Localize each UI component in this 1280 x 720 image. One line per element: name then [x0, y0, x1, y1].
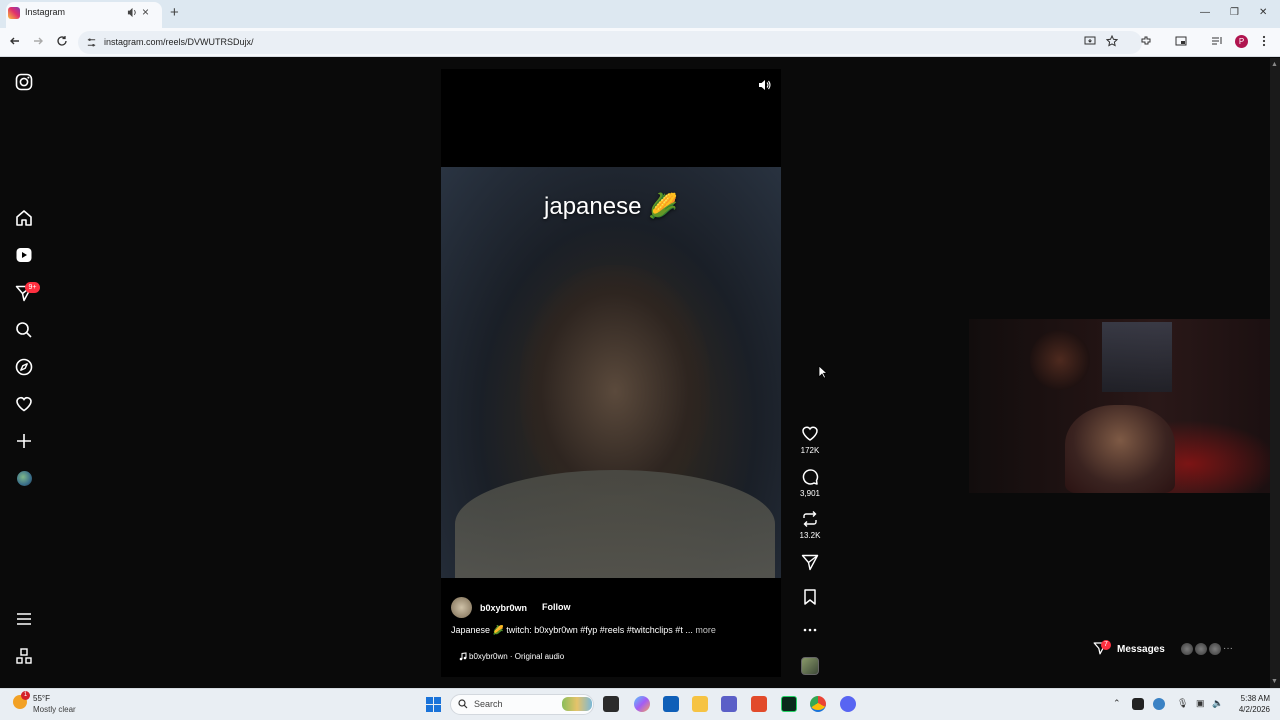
more-options-icon[interactable]	[801, 623, 819, 637]
author-username[interactable]: b0xybr0wn	[480, 603, 527, 613]
minimize-icon[interactable]: —	[1200, 7, 1210, 19]
discord-icon[interactable]	[840, 696, 856, 712]
profile-avatar-sidebar[interactable]	[17, 471, 32, 486]
comment-icon[interactable]	[801, 468, 819, 486]
repost-icon[interactable]	[801, 510, 819, 528]
clock-date[interactable]: 4/2/2026	[1228, 705, 1270, 714]
taskbar-search-icon	[458, 699, 468, 709]
app-icon[interactable]	[781, 696, 797, 712]
display-icon[interactable]: ▣	[1196, 698, 1205, 709]
new-tab-button[interactable]: +	[170, 5, 179, 20]
tab-title: Instagram	[25, 7, 66, 17]
reel-video-shirt	[455, 470, 775, 578]
site-info-icon[interactable]	[86, 37, 97, 48]
browser-menu-icon[interactable]	[1262, 35, 1266, 47]
windows-start-icon[interactable]	[426, 697, 441, 712]
music-note-icon	[459, 652, 467, 661]
more-link[interactable]: more	[693, 625, 716, 635]
home-icon[interactable]	[15, 209, 33, 227]
reels-icon[interactable]	[15, 246, 33, 264]
follow-button[interactable]: Follow	[534, 598, 579, 616]
notifications-badge: 9+	[25, 282, 40, 293]
task-view-icon[interactable]	[603, 696, 619, 712]
tab-close-button[interactable]: ×	[142, 6, 149, 18]
taskbar-search-label: Search	[474, 699, 503, 709]
explore-compass-icon[interactable]	[15, 358, 33, 376]
instagram-favicon-icon	[8, 7, 20, 19]
share-icon[interactable]	[801, 553, 819, 571]
weather-temperature[interactable]: 55°F	[33, 694, 50, 703]
reload-icon[interactable]	[56, 35, 68, 47]
close-window-icon[interactable]: ✕	[1259, 7, 1267, 19]
microphone-icon[interactable]: 🎙	[1177, 698, 1188, 709]
audio-thumbnail[interactable]	[801, 657, 819, 675]
volume-tray-icon[interactable]: 🔈	[1212, 698, 1223, 709]
mouse-cursor-icon	[818, 365, 828, 379]
brave-browser-icon[interactable]	[751, 696, 767, 712]
reposts-count: 13.2K	[799, 531, 821, 540]
tray-app-icon[interactable]	[1132, 698, 1144, 710]
create-plus-icon[interactable]	[15, 432, 33, 450]
clock-time[interactable]: 5:38 AM	[1236, 694, 1270, 703]
author-avatar[interactable]	[451, 597, 472, 618]
messages-button[interactable]: Messages	[1117, 644, 1165, 655]
reel-video-subject	[520, 265, 710, 495]
more-menu-icon[interactable]	[15, 610, 33, 628]
profile-avatar[interactable]: P	[1235, 35, 1248, 48]
forward-icon[interactable]	[32, 35, 44, 47]
messages-badge: 7	[1101, 640, 1111, 650]
save-bookmark-icon[interactable]	[801, 588, 819, 606]
extensions-icon[interactable]	[1140, 35, 1152, 47]
tab-audio-icon[interactable]	[127, 7, 138, 18]
like-heart-icon[interactable]	[801, 425, 819, 442]
restore-icon[interactable]: ❐	[1230, 7, 1239, 19]
notifications-heart-icon[interactable]	[15, 395, 33, 413]
webcam-background-light	[1030, 330, 1090, 390]
store-icon[interactable]	[663, 696, 679, 712]
back-icon[interactable]	[9, 35, 21, 47]
media-controls-icon[interactable]	[1211, 35, 1223, 47]
install-app-icon[interactable]	[1084, 35, 1096, 47]
copilot-icon[interactable]	[634, 696, 650, 712]
reel-description: Japanese 🌽 twitch: b0xybr0wn #fyp #reels…	[451, 625, 716, 636]
likes-count: 172K	[800, 446, 820, 455]
page-scrollbar[interactable]	[1270, 58, 1280, 688]
also-from-meta-icon[interactable]	[15, 647, 33, 665]
url-text[interactable]: instagram.com/reels/DVWUTRSDujx/	[104, 37, 254, 47]
video-caption-overlay: japanese 🌽	[544, 193, 678, 220]
messages-more[interactable]: ···	[1223, 643, 1233, 654]
teams-icon[interactable]	[721, 696, 737, 712]
webcam-background-panel	[1102, 322, 1172, 392]
weather-badge: 1	[21, 691, 30, 700]
message-avatar[interactable]	[1180, 642, 1194, 656]
search-highlight-image	[562, 697, 592, 711]
file-explorer-icon[interactable]	[692, 696, 708, 712]
tray-network-app-icon[interactable]	[1153, 698, 1165, 710]
scroll-down-icon[interactable]: ▼	[1271, 678, 1278, 685]
instagram-logo-icon[interactable]	[15, 73, 33, 91]
chrome-icon[interactable]	[810, 696, 826, 712]
message-avatar[interactable]	[1194, 642, 1208, 656]
webcam-person	[1065, 405, 1175, 493]
message-avatar[interactable]	[1208, 642, 1222, 656]
scroll-up-icon[interactable]: ▲	[1271, 61, 1278, 68]
tab-strip	[0, 0, 1280, 28]
bookmark-star-icon[interactable]	[1106, 35, 1118, 47]
reel-description-text: Japanese 🌽 twitch: b0xybr0wn #fyp #reels…	[451, 625, 693, 635]
cast-icon[interactable]	[1175, 35, 1187, 47]
volume-icon[interactable]	[758, 78, 772, 92]
comments-count: 3,901	[799, 489, 821, 498]
weather-description[interactable]: Mostly clear	[33, 705, 76, 714]
search-icon[interactable]	[15, 321, 33, 339]
tray-overflow-icon[interactable]: ⌃	[1113, 698, 1121, 709]
audio-label[interactable]: b0xybr0wn · Original audio	[469, 652, 564, 661]
